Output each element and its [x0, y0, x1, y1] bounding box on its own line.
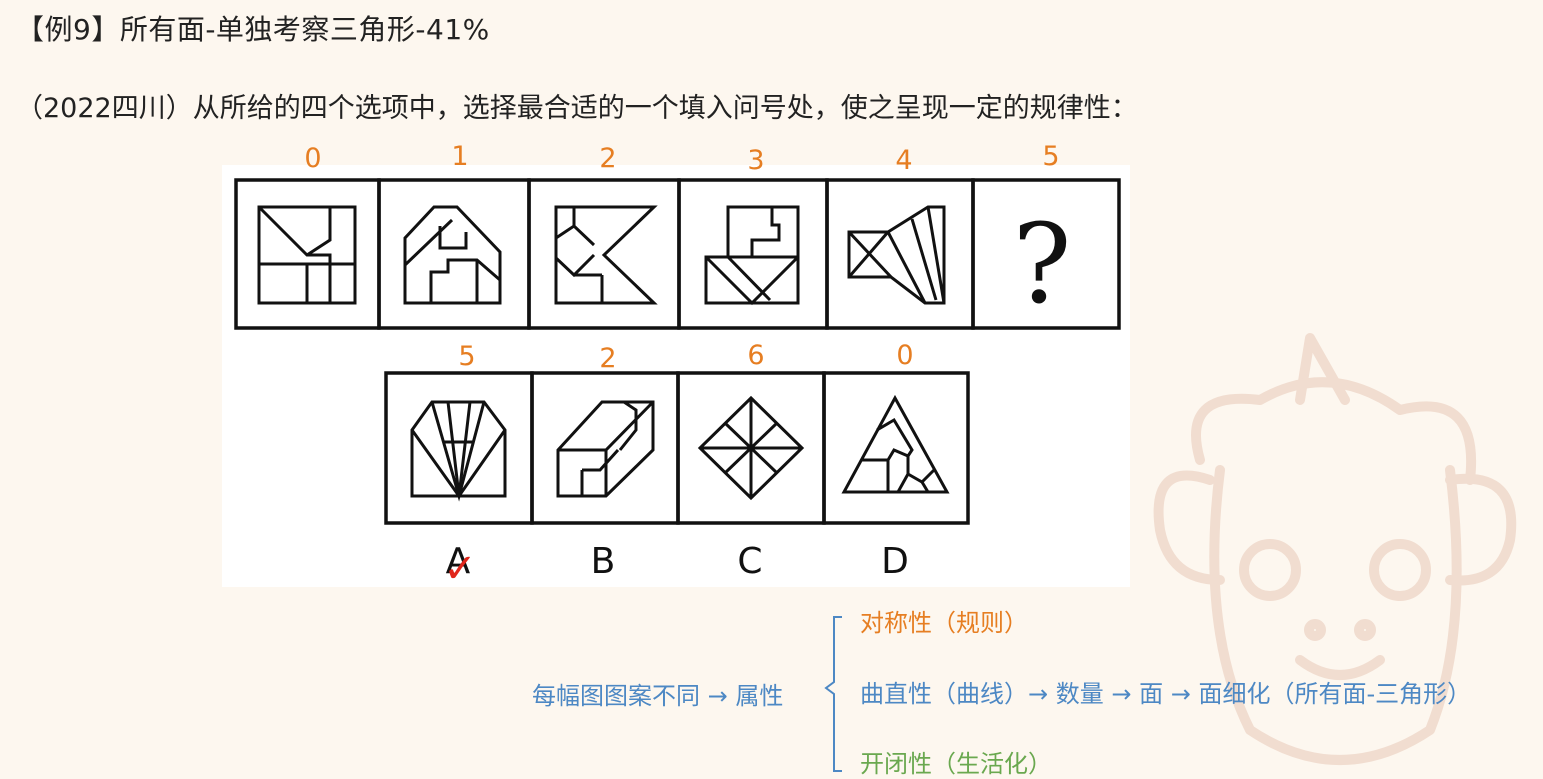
option-count-b: 2 [599, 343, 616, 374]
option-label-b: B [591, 541, 616, 582]
sequence-count-1: 1 [451, 141, 468, 172]
puzzle-figure: 0 1 2 3 4 5 ? 5 2 6 0 A B C D ✓ [222, 141, 1130, 588]
analysis-mindmap: 每幅图图案不同 → 属性 对称性（规则） 曲直性（曲线）→ 数量 → 面 → 面… [0, 600, 1543, 778]
question-text: （2022四川）从所给的四个选项中，选择最合适的一个填入问号处，使之呈现一定的规… [16, 93, 1138, 124]
page-title: 【例9】所有面-单独考察三角形-41% [16, 13, 490, 46]
option-count-c: 6 [747, 340, 764, 371]
sequence-count-5: 5 [1042, 141, 1059, 172]
question-mark: ? [1013, 200, 1072, 328]
option-label-d: D [881, 541, 909, 582]
analysis-branch-symmetry: 对称性（规则） [860, 609, 1028, 637]
sequence-count-2: 2 [599, 143, 616, 174]
option-count-a: 5 [458, 341, 475, 372]
sequence-count-0: 0 [304, 143, 321, 174]
correct-check-icon: ✓ [443, 546, 477, 588]
sequence-count-4: 4 [895, 145, 912, 176]
analysis-branch-curve: 曲直性（曲线）→ 数量 → 面 → 面细化（所有面-三角形） [860, 680, 1472, 708]
option-count-d: 0 [896, 340, 913, 371]
sequence-count-3: 3 [747, 145, 764, 176]
analysis-branch-open: 开闭性（生活化） [860, 750, 1052, 778]
option-label-c: C [737, 541, 762, 582]
